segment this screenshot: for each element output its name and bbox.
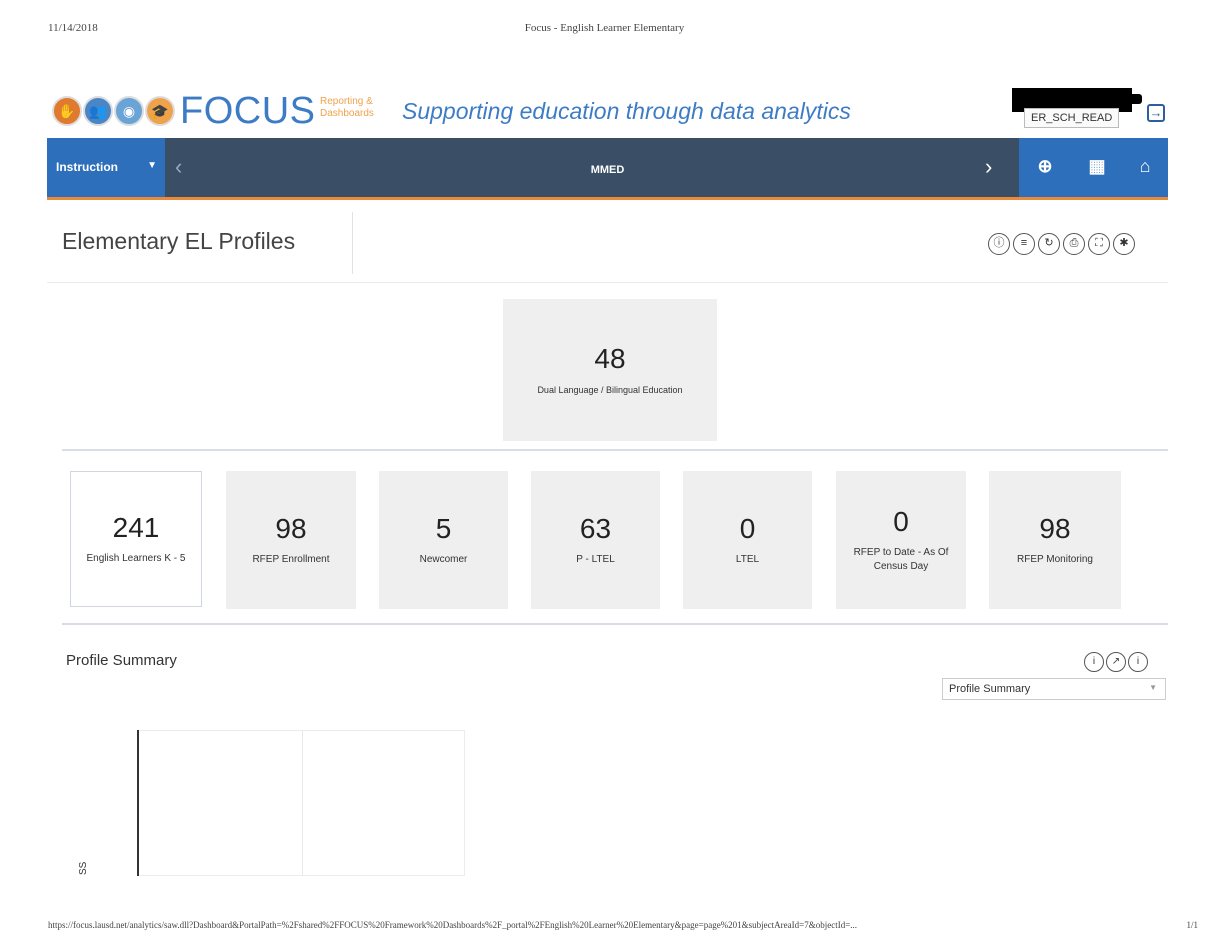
section-title: Profile Summary <box>66 652 177 669</box>
kpi-label: RFEP Enrollment <box>252 554 330 565</box>
section-toolbar: i ↗ i <box>1084 652 1148 672</box>
title-divider <box>352 212 353 274</box>
chevron-down-icon: ▼ <box>1149 683 1157 692</box>
print-page-number: 1/1 <box>1180 920 1198 930</box>
kpi-value: 0 <box>893 506 909 537</box>
section-divider <box>62 449 1168 451</box>
kpi-tile-rfep-enrollment[interactable]: 98 RFEP Enrollment <box>226 471 356 609</box>
print-icon[interactable]: ⎙ <box>1063 233 1085 255</box>
dashboard-nav-bar: Instruction ▼ ‹ MMED › ⊕ ▦ ⌂ <box>47 138 1168 198</box>
people-icon: 👥 <box>83 96 113 126</box>
kpi-value: 241 <box>112 512 160 543</box>
hand-icon: ✋ <box>52 96 82 126</box>
kpi-value: 98 <box>275 513 307 544</box>
print-url: https://focus.lausd.net/analytics/saw.dl… <box>48 920 858 930</box>
expand-icon[interactable]: ↗ <box>1106 652 1126 672</box>
kpi-tile-english-learners[interactable]: 241 English Learners K - 5 <box>70 471 202 607</box>
info-icon[interactable]: i <box>1084 652 1104 672</box>
kpi-tile-rfep-to-date[interactable]: 0 RFEP to Date - As Of Census Day <box>836 471 966 609</box>
brand-tagline: Supporting education through data analyt… <box>402 98 851 124</box>
filter-icon[interactable]: ≡ <box>1013 233 1035 255</box>
grid-icon[interactable]: ▦ <box>1085 156 1109 177</box>
fullscreen-icon[interactable]: ⛶ <box>1088 233 1110 255</box>
kpi-value: 48 <box>594 343 626 374</box>
kpi-value: 5 <box>435 513 452 544</box>
kpi-label: English Learners K - 5 <box>86 553 186 564</box>
brand-subtitle: Reporting & Dashboards <box>320 96 374 120</box>
user-role-badge[interactable]: ER_SCH_READ <box>1024 108 1120 128</box>
globe-icon: ◉ <box>114 96 144 126</box>
kpi-label: P - LTEL <box>576 554 615 565</box>
nav-underline <box>47 197 1168 200</box>
next-page-icon[interactable]: › <box>985 154 992 180</box>
kpi-label: LTEL <box>735 554 760 565</box>
kpi-value: 63 <box>579 513 612 544</box>
brand-name: FOCUS <box>180 90 316 132</box>
chart-frame <box>137 730 465 876</box>
chart-gridline <box>302 730 303 876</box>
chart-y-axis <box>137 730 139 876</box>
brand-bar: ✋ 👥 ◉ 🎓 FOCUS Reporting & Dashboards Sup… <box>52 88 1172 132</box>
refresh-icon[interactable]: ↻ <box>1038 233 1060 255</box>
view-selector[interactable]: Profile Summary ▼ <box>942 678 1166 700</box>
more-info-icon[interactable]: i <box>1128 652 1148 672</box>
kpi-label: RFEP to Date - As Of Census Day <box>853 547 949 572</box>
kpi-tile-newcomer[interactable]: 5 Newcomer <box>379 471 508 609</box>
nav-actions: ⊕ ▦ ⌂ <box>1019 138 1168 198</box>
kpi-label: Newcomer <box>419 554 468 565</box>
home-icon[interactable]: ⌂ <box>1133 156 1157 177</box>
view-selector-value: Profile Summary <box>949 683 1031 695</box>
kpi-label: Dual Language / Bilingual Education <box>537 385 683 395</box>
focus-logo: ✋ 👥 ◉ 🎓 <box>52 96 175 126</box>
page-title: Elementary EL Profiles <box>62 228 296 254</box>
add-icon[interactable]: ⊕ <box>1033 156 1057 177</box>
title-rule <box>47 282 1168 283</box>
dashboard-page-title[interactable]: MMED <box>47 164 1168 176</box>
kpi-tile-rfep-monitoring[interactable]: 98 RFEP Monitoring <box>989 471 1121 609</box>
kpi-tile-ltel[interactable]: 0 LTEL <box>683 471 812 609</box>
redacted-user-name-tail <box>1127 94 1142 104</box>
chart-axis-label: SS <box>78 861 89 875</box>
kpi-label: RFEP Monitoring <box>1017 554 1093 565</box>
print-footer: https://focus.lausd.net/analytics/saw.dl… <box>48 920 1198 930</box>
page-toolbar: ⓘ ≡ ↻ ⎙ ⛶ ✱ <box>988 233 1135 255</box>
sign-out-icon[interactable]: → <box>1147 104 1165 122</box>
kpi-value: 98 <box>1039 513 1071 544</box>
settings-icon[interactable]: ✱ <box>1113 233 1135 255</box>
print-title: Focus - English Learner Elementary <box>524 22 685 34</box>
kpi-tile-p-ltel[interactable]: 63 P - LTEL <box>531 471 660 609</box>
brand-subtitle-line-2: Dashboards <box>320 108 374 119</box>
brand-subtitle-line-1: Reporting & <box>320 96 373 107</box>
graduation-cap-icon: 🎓 <box>145 96 175 126</box>
info-icon[interactable]: ⓘ <box>988 233 1010 255</box>
kpi-tile-dual-language[interactable]: 48 Dual Language / Bilingual Education <box>503 299 717 441</box>
section-divider <box>62 623 1168 625</box>
kpi-value: 0 <box>739 513 756 544</box>
